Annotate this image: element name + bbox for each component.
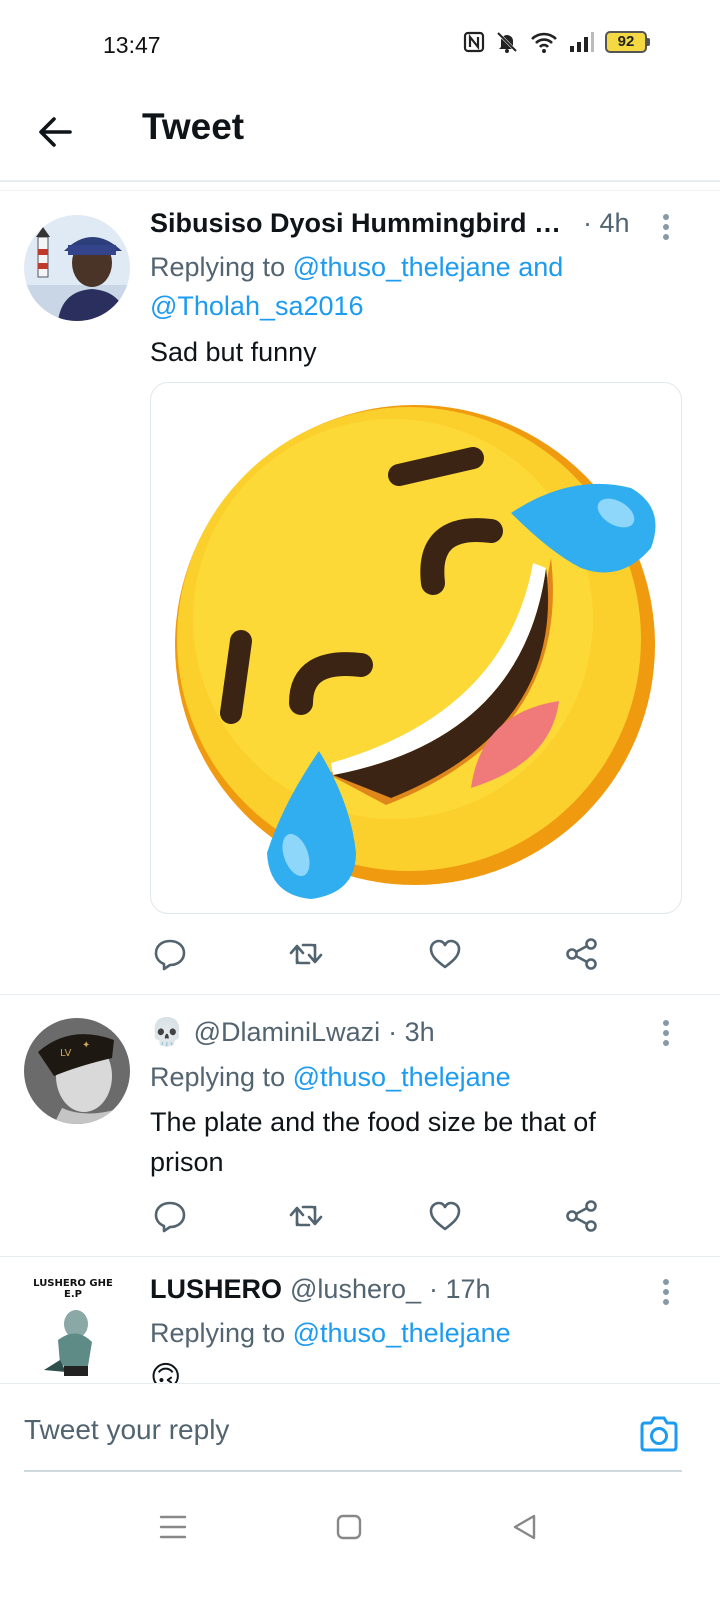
tweet-time[interactable]: · 17h xyxy=(429,1274,491,1305)
avatar-text-top: LUSHERO GHE xyxy=(33,1278,113,1289)
camera-button[interactable] xyxy=(638,1414,680,1454)
upside-down-face-emoji: 🙃 xyxy=(150,1361,182,1383)
more-options-button[interactable] xyxy=(658,1277,674,1307)
home-square-icon xyxy=(336,1514,362,1540)
reply-tweet-3[interactable]: LUSHERO GHE E.P LUSHERO @lushero_ · 17h … xyxy=(0,0,720,1383)
menu-button[interactable] xyxy=(158,1512,188,1542)
menu-icon xyxy=(159,1515,187,1539)
reply-composer: Tweet your reply xyxy=(0,1383,720,1481)
back-triangle-icon xyxy=(513,1514,536,1540)
avatar-text-bottom: E.P xyxy=(64,1289,82,1300)
avatar[interactable]: LUSHERO GHE E.P xyxy=(30,1278,116,1382)
tweet-header: LUSHERO @lushero_ · 17h xyxy=(150,1274,680,1305)
mention-link[interactable]: @thuso_thelejane xyxy=(293,1318,511,1348)
author-name[interactable]: LUSHERO xyxy=(150,1274,282,1305)
replying-prefix: Replying to xyxy=(150,1318,286,1348)
replying-to: Replying to @thuso_thelejane xyxy=(150,1314,511,1353)
system-nav-bar xyxy=(0,1482,720,1600)
more-vertical-icon xyxy=(663,1279,669,1305)
author-handle[interactable]: @lushero_ xyxy=(290,1274,421,1305)
reply-input[interactable]: Tweet your reply xyxy=(24,1414,229,1446)
back-nav-button[interactable] xyxy=(510,1512,540,1542)
composer-underline xyxy=(24,1470,682,1472)
home-button[interactable] xyxy=(334,1512,364,1542)
camera-icon xyxy=(640,1416,678,1452)
